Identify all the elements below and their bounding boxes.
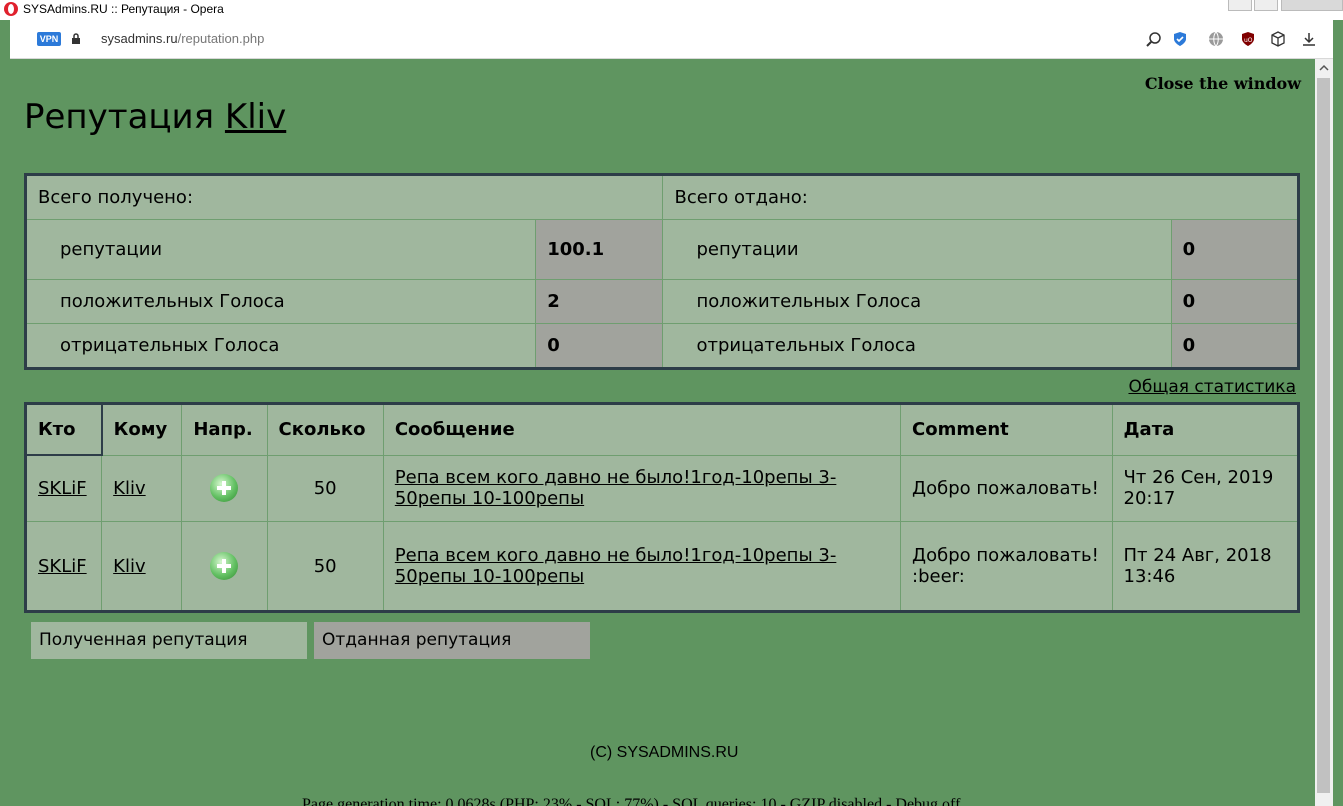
zoom-icon[interactable] (1146, 31, 1162, 47)
window-frame-right (1333, 20, 1343, 806)
url-domain: sysadmins.ru (101, 31, 178, 46)
page-generation-time: Page generation time: 0.0628s (PHP: 23% … (302, 796, 961, 806)
received-positive-value: 2 (535, 279, 664, 324)
column-header-comment: Comment (900, 403, 1113, 456)
message-link[interactable]: Репа всем кого давно не было!1год-10репы… (395, 467, 837, 509)
tab-given-reputation[interactable]: Отданная репутация (314, 622, 590, 659)
column-header-to: Кому (101, 403, 183, 456)
opera-logo-icon (4, 2, 18, 16)
maximize-button[interactable] (1254, 0, 1278, 11)
from-user-link[interactable]: SKLiF (38, 556, 87, 577)
url-path: /reputation.php (177, 31, 265, 46)
reputation-summary-table: Всего получено: Всего отдано: репутации … (24, 173, 1300, 370)
tab-received-reputation[interactable]: Полученная репутация (31, 622, 307, 659)
window-frame-left (0, 20, 10, 806)
scrollbar[interactable] (1315, 59, 1333, 806)
given-reputation-label: репутации (662, 219, 1172, 280)
table-row: SKLiF Kliv 50 Репа всем кого давно не бы… (24, 521, 1300, 612)
given-positive-value: 0 (1170, 279, 1300, 324)
to-user-link[interactable]: Kliv (113, 556, 145, 577)
table-row: SKLiF Kliv 50 Репа всем кого давно не бы… (24, 454, 1300, 522)
url-field[interactable]: sysadmins.ru/reputation.php (101, 31, 264, 46)
received-negative-label: отрицательных Голоса (24, 323, 537, 369)
svg-text:uO: uO (1244, 37, 1253, 44)
window-titlebar: SYSAdmins.RU :: Репутация - Opera (0, 0, 1343, 20)
scroll-up-arrow-icon[interactable] (1315, 59, 1333, 77)
amount-cell: 50 (266, 521, 384, 612)
column-header-message: Сообщение (382, 403, 902, 456)
page-title: Репутация Kliv (24, 97, 286, 137)
column-header-who: Кто (24, 402, 103, 456)
to-user-link[interactable]: Kliv (113, 478, 145, 499)
download-icon[interactable] (1301, 31, 1317, 47)
column-header-amount: Сколько (266, 403, 384, 456)
close-window-link[interactable]: Close the window (1145, 74, 1301, 93)
date-cell: Чт 26 Сен, 2019 20:17 (1111, 454, 1300, 522)
received-reputation-label: репутации (24, 219, 537, 280)
given-header: Всего отдано: (662, 174, 1299, 220)
shield-icon[interactable] (1172, 31, 1188, 47)
column-header-date: Дата (1111, 403, 1300, 456)
given-negative-label: отрицательных Голоса (662, 323, 1172, 369)
page-content: Close the window Репутация Kliv Всего по… (10, 59, 1315, 806)
from-user-link[interactable]: SKLiF (38, 478, 87, 499)
received-positive-label: положительных Голоса (24, 279, 537, 324)
message-link[interactable]: Репа всем кого давно не было!1год-10репы… (395, 545, 837, 587)
minimize-button[interactable] (1228, 0, 1252, 11)
comment-cell: Добро пожаловать! :beer: (900, 521, 1113, 612)
scrollbar-thumb[interactable] (1317, 78, 1330, 793)
plus-icon (210, 474, 239, 503)
general-stats-link[interactable]: Общая статистика (1128, 377, 1296, 397)
address-bar: VPN sysadmins.ru/reputation.php uO (10, 20, 1333, 59)
vpn-badge[interactable]: VPN (37, 32, 61, 46)
amount-cell: 50 (266, 454, 384, 522)
globe-icon[interactable] (1208, 31, 1224, 47)
given-reputation-value: 0 (1170, 219, 1300, 280)
given-negative-value: 0 (1170, 323, 1300, 369)
column-header-direction: Напр. (181, 403, 268, 456)
ublock-icon[interactable]: uO (1240, 31, 1256, 47)
received-reputation-value: 100.1 (535, 219, 664, 280)
reputation-history-table: Кто Кому Напр. Сколько Сообщение Comment… (24, 402, 1300, 613)
comment-cell: Добро пожаловать! (900, 454, 1113, 522)
window-title: SYSAdmins.RU :: Репутация - Opera (23, 2, 224, 16)
lock-icon[interactable] (71, 33, 81, 44)
date-cell: Пт 24 Авг, 2018 13:46 (1111, 521, 1300, 612)
received-header: Всего получено: (24, 174, 664, 220)
title-user-link[interactable]: Kliv (225, 97, 286, 137)
close-window-button[interactable] (1281, 0, 1343, 11)
plus-icon (210, 552, 239, 580)
copyright: (C) SYSADMINS.RU (590, 744, 739, 761)
given-positive-label: положительных Голоса (662, 279, 1172, 324)
page-title-prefix: Репутация (24, 97, 225, 137)
cube-icon[interactable] (1270, 31, 1286, 47)
received-negative-value: 0 (535, 323, 664, 369)
